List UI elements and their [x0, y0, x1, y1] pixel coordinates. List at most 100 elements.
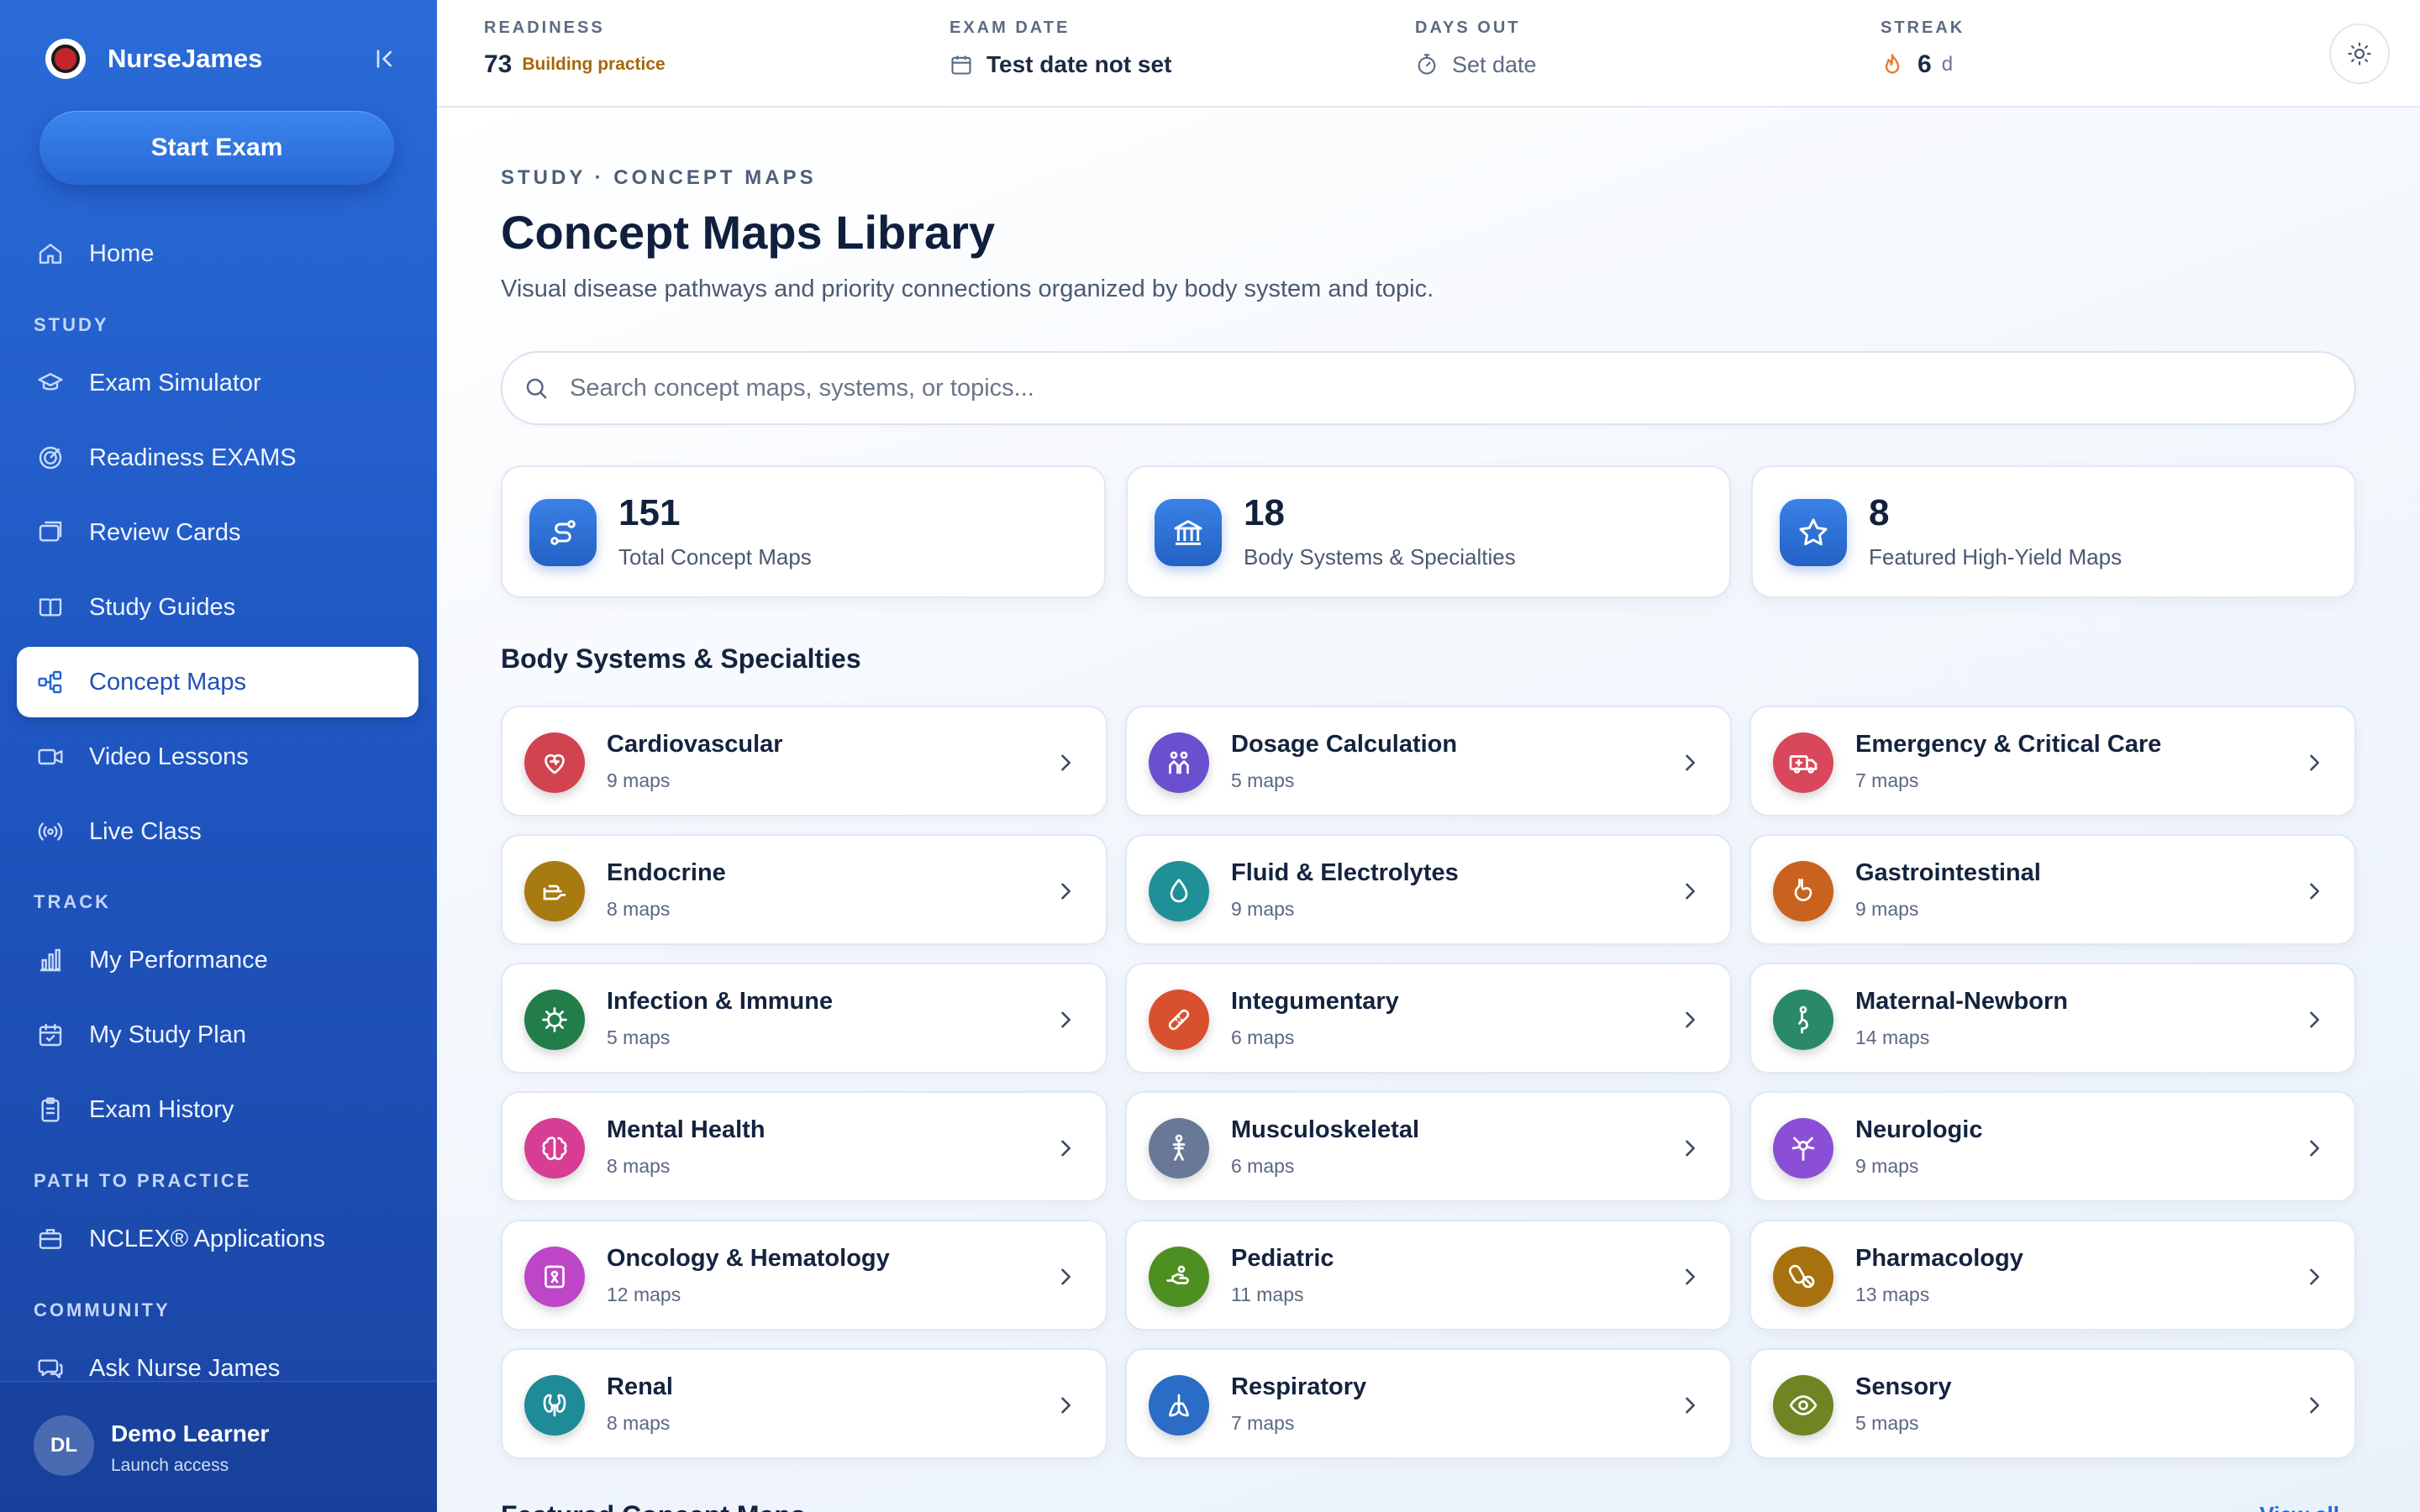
view-all-link[interactable]: View all — [2260, 1502, 2339, 1512]
system-map-count: 14 maps — [1855, 1026, 1930, 1048]
system-map-count: 12 maps — [607, 1284, 681, 1305]
system-card-pediatric[interactable]: Pediatric 11 maps — [1125, 1220, 1732, 1331]
concept-map-icon — [35, 667, 66, 697]
start-exam-button[interactable]: Start Exam — [39, 111, 394, 185]
nav-item-nclex-applications[interactable]: NCLEX® Applications — [17, 1204, 418, 1274]
chevron-right-icon — [1678, 1005, 1702, 1035]
chevron-right-icon — [2302, 1133, 2326, 1163]
system-map-count: 6 maps — [1231, 1155, 1295, 1177]
streak-stat: STREAK 6 d — [1881, 18, 1965, 80]
nav-item-study-guides[interactable]: Study Guides — [17, 572, 418, 643]
system-card-mental-health[interactable]: Mental Health 8 maps — [501, 1091, 1107, 1202]
nav-label: Readiness EXAMS — [89, 444, 297, 471]
chevron-right-icon — [2302, 748, 2326, 778]
nav-item-home[interactable]: Home — [17, 218, 418, 289]
streak-label: STREAK — [1881, 18, 1965, 37]
clipboard-icon — [35, 1095, 66, 1125]
section-community: COMMUNITY — [34, 1299, 171, 1320]
brand-logo-icon — [45, 39, 86, 79]
chevron-right-icon — [1054, 748, 1077, 778]
system-card-neurologic[interactable]: Neurologic 9 maps — [1749, 1091, 2356, 1202]
stat-value: 151 — [618, 492, 681, 533]
days-out-stat[interactable]: DAYS OUT Set date — [1415, 18, 1537, 80]
nav-item-my-study-plan[interactable]: My Study Plan — [17, 1000, 418, 1070]
chevron-right-icon — [2302, 1390, 2326, 1420]
nav-label: Ask Nurse James — [89, 1354, 281, 1382]
system-card-cardiovascular[interactable]: Cardiovascular 9 maps — [501, 706, 1107, 816]
collapse-sidebar-icon[interactable] — [371, 45, 398, 72]
system-name: Neurologic — [1855, 1116, 1983, 1143]
chat-icon — [35, 1353, 66, 1383]
system-card-sensory[interactable]: Sensory 5 maps — [1749, 1348, 2356, 1459]
exam-date-label: EXAM DATE — [950, 18, 1071, 37]
system-card-oncology-hematology[interactable]: Oncology & Hematology 12 maps — [501, 1220, 1107, 1331]
search-icon — [523, 375, 550, 402]
system-map-count: 9 maps — [607, 769, 671, 791]
avatar: DL — [34, 1415, 94, 1476]
system-name: Gastrointestinal — [1855, 859, 2041, 886]
system-card-respiratory[interactable]: Respiratory 7 maps — [1125, 1348, 1732, 1459]
system-map-count: 8 maps — [607, 898, 671, 920]
graduation-cap-icon — [35, 368, 66, 398]
system-card-pharmacology[interactable]: Pharmacology 13 maps — [1749, 1220, 2356, 1331]
heart-icon — [524, 732, 585, 793]
virus-icon — [524, 990, 585, 1050]
video-icon — [35, 742, 66, 772]
system-name: Respiratory — [1231, 1373, 1367, 1400]
top-bar: READINESS 73 Building practice EXAM DATE… — [437, 0, 2420, 108]
nav-item-live-class[interactable]: Live Class — [17, 796, 418, 867]
system-card-musculoskeletal[interactable]: Musculoskeletal 6 maps — [1125, 1091, 1732, 1202]
system-map-count: 7 maps — [1231, 1412, 1295, 1434]
nav-label: My Performance — [89, 946, 268, 974]
system-card-integumentary[interactable]: Integumentary 6 maps — [1125, 963, 1732, 1074]
user-access-level: Launch access — [111, 1456, 229, 1475]
system-card-emergency-critical-care[interactable]: Emergency & Critical Care 7 maps — [1749, 706, 2356, 816]
nav-item-exam-history[interactable]: Exam History — [17, 1074, 418, 1145]
chevron-right-icon — [1678, 1262, 1702, 1292]
system-map-count: 8 maps — [607, 1412, 671, 1434]
nav-item-video-lessons[interactable]: Video Lessons — [17, 722, 418, 792]
system-name: Pharmacology — [1855, 1245, 2023, 1272]
readiness-badge: Building practice — [522, 55, 666, 74]
exam-date-stat[interactable]: EXAM DATE Test date not set — [950, 18, 1171, 80]
system-name: Mental Health — [607, 1116, 765, 1143]
nav-item-readiness-exams[interactable]: Readiness EXAMS — [17, 423, 418, 493]
readiness-label: READINESS — [484, 18, 605, 37]
pregnancy-icon — [1773, 990, 1833, 1050]
chevron-right-icon — [1054, 876, 1077, 906]
nav-item-exam-simulator[interactable]: Exam Simulator — [17, 348, 418, 418]
search-bar[interactable] — [501, 351, 2356, 425]
nav-item-review-cards[interactable]: Review Cards — [17, 497, 418, 568]
theme-toggle-button[interactable] — [2329, 24, 2390, 84]
chevron-right-icon — [1678, 748, 1702, 778]
institution-icon — [1155, 499, 1222, 566]
stopwatch-icon — [1415, 53, 1439, 76]
brand[interactable]: NurseJames — [45, 37, 398, 81]
target-icon — [35, 443, 66, 473]
system-map-count: 11 maps — [1231, 1284, 1304, 1305]
readiness-stat: READINESS 73 Building practice — [484, 18, 666, 80]
search-input[interactable] — [570, 374, 2250, 402]
system-card-dosage-calculation[interactable]: Dosage Calculation 5 maps — [1125, 706, 1732, 816]
nav-item-my-performance[interactable]: My Performance — [17, 925, 418, 995]
kidney-icon — [524, 1375, 585, 1436]
system-card-fluid-electrolytes[interactable]: Fluid & Electrolytes 9 maps — [1125, 834, 1732, 945]
nav-label: Concept Maps — [89, 668, 246, 696]
system-card-infection-immune[interactable]: Infection & Immune 5 maps — [501, 963, 1107, 1074]
system-card-gastrointestinal[interactable]: Gastrointestinal 9 maps — [1749, 834, 2356, 945]
broadcast-icon — [35, 816, 66, 847]
star-icon — [1780, 499, 1847, 566]
system-card-endocrine[interactable]: Endocrine 8 maps — [501, 834, 1107, 945]
system-name: Emergency & Critical Care — [1855, 731, 2162, 758]
system-card-renal[interactable]: Renal 8 maps — [501, 1348, 1107, 1459]
chevron-right-icon — [1678, 876, 1702, 906]
system-card-maternal-newborn[interactable]: Maternal-Newborn 14 maps — [1749, 963, 2356, 1074]
chevron-right-icon — [2302, 1005, 2326, 1035]
set-date-link[interactable]: Set date — [1452, 52, 1537, 78]
user-profile[interactable]: DL Demo Learner Launch access — [0, 1381, 437, 1512]
system-map-count: 8 maps — [607, 1155, 671, 1177]
system-name: Endocrine — [607, 859, 726, 886]
nav-label: Video Lessons — [89, 743, 249, 770]
nav-item-concept-maps[interactable]: Concept Maps — [17, 647, 418, 717]
stat-label: Total Concept Maps — [618, 544, 812, 570]
